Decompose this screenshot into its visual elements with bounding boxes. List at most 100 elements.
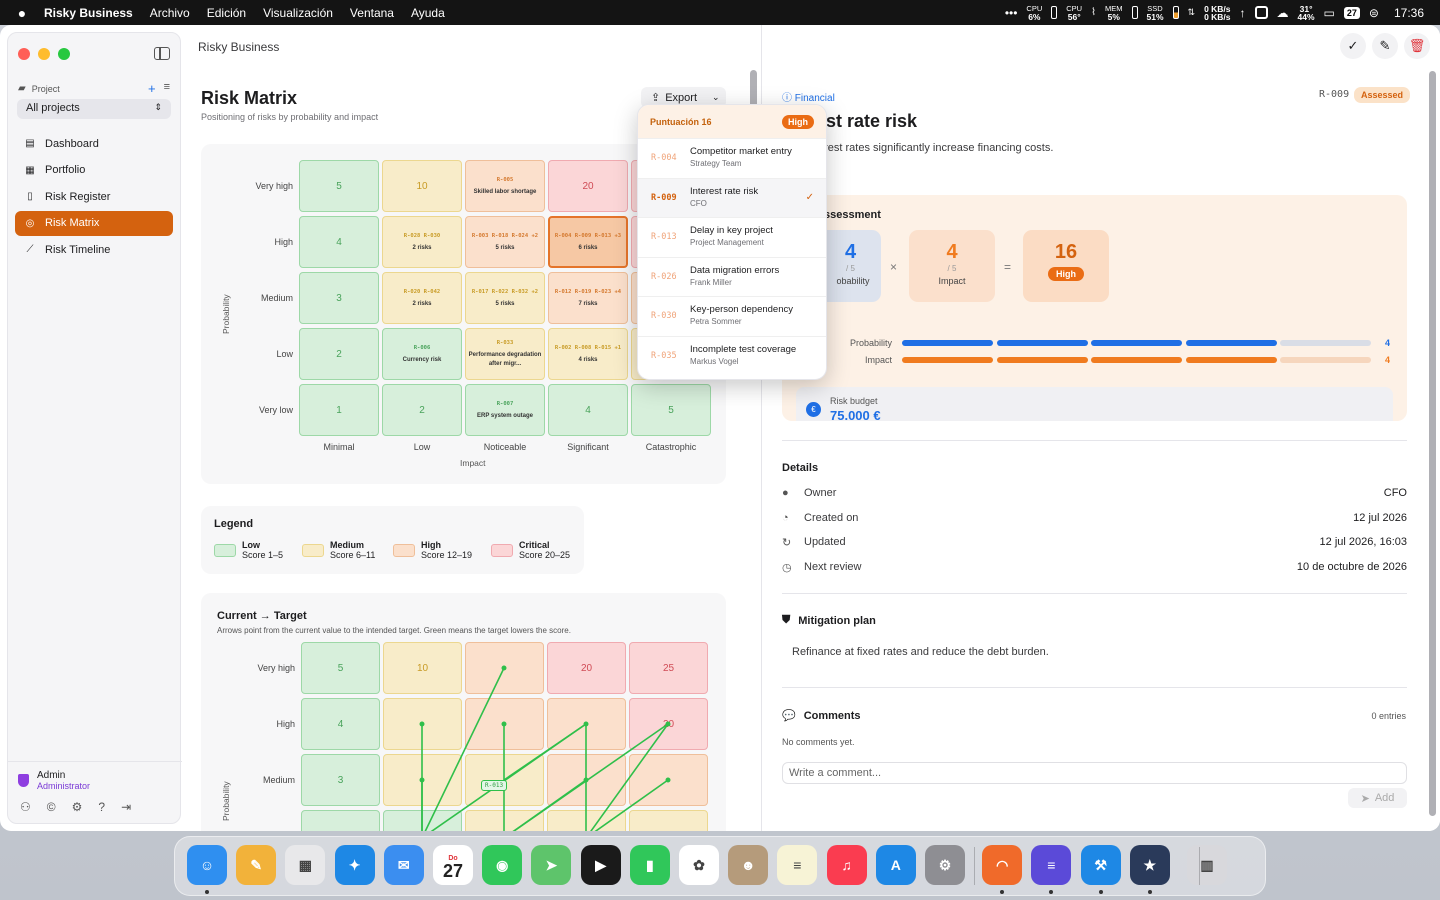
xcode-icon[interactable]: ⚒ [1080,845,1121,885]
trash-icon[interactable]: 🗑 [1404,33,1430,59]
display-icon[interactable]: ▭ [1324,6,1335,20]
matrix-cell[interactable]: R-004 R-009 R-013 +3 6 risks [548,216,628,268]
matrix-cell[interactable]: R-028 R-030 2 risks [382,216,462,268]
target-cell[interactable]: 20 [547,642,626,694]
target-cell[interactable]: 4 [301,698,380,750]
menu-visualizacion[interactable]: Visualización [263,6,333,20]
matrix-cell[interactable]: 4 [548,384,628,436]
arrow-label[interactable]: R-013 [481,780,508,791]
finder-icon[interactable]: ☺ [187,845,227,885]
target-cell[interactable]: 20 [629,698,708,750]
popover-item[interactable]: R-035 Incomplete test coverage Markus Voge… [638,335,826,376]
help-icon[interactable]: ? [98,800,105,814]
sidebar-item-portfolio[interactable]: ▦ Portfolio [15,158,173,183]
matrix-cell[interactable]: 10 [382,160,462,212]
popover-item[interactable]: R-009 Interest rate risk CFO ✓ [638,177,826,217]
cpu-usage[interactable]: CPU 6% [1026,4,1042,21]
focus-icon[interactable] [1254,6,1268,19]
safari-icon[interactable]: ✦ [334,845,375,885]
matrix-cell[interactable]: R-012 R-019 R-023 +4 7 risks [548,272,628,324]
target-cell[interactable]: 10 [383,642,462,694]
matrix-cell[interactable]: 2 [299,328,379,380]
facetime-icon[interactable]: ▮ [629,845,670,885]
matrix-cell[interactable]: R-007 ERP system outage [465,384,545,436]
target-cell[interactable] [547,698,626,750]
target-cell[interactable] [383,698,462,750]
tv-icon[interactable]: ▶ [580,845,621,885]
matrix-cell[interactable]: 3 [299,272,379,324]
sidebar-item-risk-matrix[interactable]: ◎ Risk Matrix [15,210,173,236]
matrix-cell[interactable]: 2 [382,384,462,436]
target-cell[interactable] [465,698,544,750]
target-cell[interactable] [383,754,462,806]
network-speed[interactable]: 0 KB/s 0 KB/s [1204,4,1230,21]
calendar-menu-icon[interactable]: 27 [1343,6,1360,19]
calendar-icon[interactable]: Do 27 [433,845,473,885]
logout-icon[interactable]: ⇥ [121,800,131,814]
target-cell[interactable] [547,810,626,831]
target-cell[interactable]: 3 [301,754,380,806]
sidebar-item-dashboard[interactable]: ▤ Dashboard [15,131,173,156]
user-info[interactable]: Admin Administrator [18,770,90,791]
matrix-cell[interactable]: 4 [299,216,379,268]
sidebar-item-risk-register[interactable]: ▯ Risk Register [15,184,173,209]
filter-icon[interactable]: ≡ [164,81,170,96]
target-cell[interactable] [301,810,380,831]
target-cell[interactable]: 5 [301,642,380,694]
target-cell[interactable] [465,810,544,831]
pencil-icon[interactable]: ✎ [1372,33,1398,59]
weather-readout[interactable]: 31° 44% [1298,4,1315,21]
matrix-cell[interactable]: R-005 Skilled labor shortage [465,160,545,212]
photos-icon[interactable]: ✿ [679,845,719,885]
sidebar-toggle-icon[interactable] [154,47,170,60]
cpu-temp[interactable]: CPU 56° [1066,4,1082,21]
target-cell[interactable]: 25 [629,642,708,694]
launchpad-icon[interactable]: ▦ [285,845,326,885]
security-app-icon[interactable]: ★ [1129,845,1170,885]
weather-icon[interactable]: ☁ [1277,6,1289,20]
matrix-cell[interactable]: 20 [548,160,628,212]
mail-icon[interactable]: ✉ [383,845,424,885]
target-cell[interactable] [547,754,626,806]
popover-item[interactable]: R-013 Delay in key project Project Managem… [638,217,826,257]
matrix-cell[interactable]: R-002 R-008 R-015 +1 4 risks [548,328,628,380]
target-cell[interactable] [383,810,462,831]
control-center-icon[interactable]: ⊜ [1369,6,1379,20]
system-settings-icon[interactable]: ⚙ [925,845,965,885]
users-icon[interactable]: ⚇ [20,800,31,814]
wifi-analyzer-icon[interactable]: ◠ [982,845,1023,885]
messages-icon[interactable]: ◉ [482,845,523,885]
ssd-usage[interactable]: SSD 51% [1147,4,1164,21]
clock[interactable]: 17:36 [1394,6,1424,20]
target-cell[interactable] [629,810,708,831]
music-icon[interactable]: ♫ [826,845,867,885]
comment-input[interactable]: Write a comment... [782,762,1407,784]
maps-icon[interactable]: ➤ [531,845,572,885]
checkmark-icon[interactable]: ✓ [1340,33,1366,59]
contacts-icon[interactable]: ☻ [728,845,769,885]
target-cell[interactable] [629,754,708,806]
close-window-button[interactable] [18,48,30,60]
matrix-cell[interactable]: 1 [299,384,379,436]
detail-scrollbar[interactable] [1429,71,1436,816]
project-select[interactable]: All projects ⇕ [17,99,171,119]
popover-item[interactable]: R-004 Competitor market entry Strategy Tea… [638,138,826,178]
sidebar-item-risk-timeline[interactable]: ⟋ Risk Timeline [15,237,173,262]
minimize-window-button[interactable] [38,48,50,60]
currency-icon[interactable]: © [47,800,56,814]
gear-icon[interactable]: ⚙ [72,800,83,814]
menu-ayuda[interactable]: Ayuda [411,6,445,20]
matrix-cell[interactable]: R-020 R-042 2 risks [382,272,462,324]
popover-item[interactable]: R-030 Key-person dependency Petra Sommer [638,296,826,336]
popover-item[interactable]: R-026 Data migration errors Frank Miller [638,256,826,297]
menu-edicion[interactable]: Edición [207,6,246,20]
target-cell[interactable] [465,642,544,694]
matrix-cell[interactable]: R-003 R-018 R-024 +2 5 risks [465,216,545,268]
add-comment-button[interactable]: ➤ Add [1348,788,1407,808]
notes-icon[interactable]: ≡ [777,845,818,885]
apple-menu-icon[interactable]: ● [0,5,44,21]
text-tool-icon[interactable]: ≡ [1031,845,1072,885]
textedit-icon[interactable]: ✎ [236,845,277,885]
add-project-icon[interactable]: + [148,81,156,96]
zoom-window-button[interactable] [58,48,70,60]
